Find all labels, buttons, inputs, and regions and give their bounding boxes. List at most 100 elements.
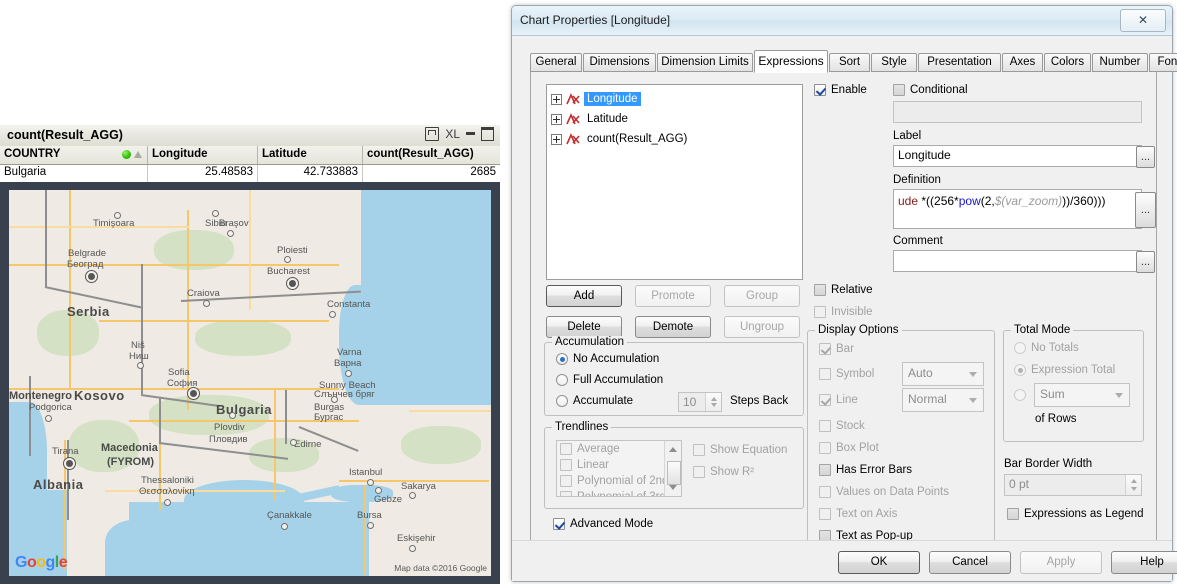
checkbox-advanced-mode[interactable]: Advanced Mode xyxy=(553,518,653,530)
chart-object-panel: count(Result_AGG) XL COUNTRY Longitude L… xyxy=(0,125,500,584)
tab-number[interactable]: Number xyxy=(1092,53,1148,72)
radio-accumulate[interactable]: Accumulate xyxy=(556,395,633,407)
map-water-black-sea xyxy=(361,190,491,405)
object-caption-bar[interactable]: count(Result_AGG) XL xyxy=(0,125,500,147)
comment-browse-button[interactable]: ... xyxy=(1136,251,1155,273)
checkbox-stock: Stock xyxy=(819,420,865,432)
of-rows-label: of Rows xyxy=(1035,413,1077,425)
list-item: Average xyxy=(557,441,681,457)
checkbox-bar-label: Bar xyxy=(836,343,854,355)
demote-button[interactable]: Demote xyxy=(635,316,711,338)
radio-no-accumulation[interactable]: No Accumulation xyxy=(556,353,659,365)
map-road-minor xyxy=(249,190,251,310)
checkbox-conditional[interactable]: Conditional xyxy=(893,84,968,96)
map-city-marker-icon xyxy=(367,479,374,486)
expression-tree-item-label: Latitude xyxy=(587,113,628,125)
close-icon[interactable]: ✕ xyxy=(1120,9,1166,32)
expand-plus-icon[interactable] xyxy=(551,133,562,145)
tab-dimensions[interactable]: Dimensions xyxy=(583,53,656,72)
comment-input[interactable] xyxy=(893,250,1142,272)
map-city-marker-icon xyxy=(331,396,338,403)
expression-tree[interactable]: Longitude Latitude count(Result_AGG) xyxy=(546,84,803,280)
bar-border-width-stepper: 0 pt xyxy=(1004,474,1142,496)
tab-font[interactable]: Font xyxy=(1149,53,1177,72)
definition-token: ude xyxy=(898,194,919,208)
column-header-longitude[interactable]: Longitude xyxy=(147,146,257,164)
checkbox-relative[interactable]: Relative xyxy=(814,284,873,296)
checkbox-values-on-data-points: Values on Data Points xyxy=(819,486,949,498)
tab-general[interactable]: General xyxy=(530,53,582,72)
add-button[interactable]: Add xyxy=(546,285,622,307)
checkbox-enable[interactable]: Enable xyxy=(814,84,867,96)
tab-presentation[interactable]: Presentation xyxy=(918,53,1001,72)
help-button[interactable]: Help xyxy=(1111,551,1177,574)
chart-properties-dialog: Chart Properties [Longitude] ✕ General Di… xyxy=(511,5,1177,582)
definition-browse-button[interactable]: ... xyxy=(1135,192,1156,228)
conditional-input[interactable] xyxy=(893,101,1142,123)
checkbox-has-error-bars-label: Has Error Bars xyxy=(836,464,913,476)
minimize-icon[interactable] xyxy=(466,131,475,135)
definition-token: *((256* xyxy=(918,194,959,208)
checkbox-icon xyxy=(560,459,572,471)
ok-button[interactable]: OK xyxy=(838,551,920,574)
expression-tree-item[interactable]: count(Result_AGG) xyxy=(547,129,802,149)
column-header-count[interactable]: count(Result_AGG) xyxy=(362,146,500,164)
map-water-ionian xyxy=(105,520,175,576)
column-header-country-label: COUNTRY xyxy=(4,148,61,160)
map-city-label: Braşov xyxy=(219,218,249,229)
tab-axes[interactable]: Axes xyxy=(1002,53,1043,72)
steps-back-stepper[interactable]: 10 xyxy=(678,392,722,412)
google-map[interactable]: Serbia Bulgaria Albania Kosovo Macedonia (FYR… xyxy=(9,190,491,576)
checkbox-has-error-bars[interactable]: Has Error Bars xyxy=(819,464,912,476)
map-city-label: Bursa xyxy=(357,510,382,521)
radio-full-accumulation[interactable]: Full Accumulation xyxy=(556,374,663,386)
table-row[interactable]: Bulgaria 25.48583 42.733883 2685 xyxy=(0,165,500,183)
cancel-button[interactable]: Cancel xyxy=(929,551,1011,574)
label-input[interactable]: Longitude xyxy=(893,145,1142,167)
checkbox-expressions-as-legend-label: Expressions as Legend xyxy=(1024,508,1144,520)
ungroup-button: Ungroup xyxy=(724,316,800,338)
stepper-arrows[interactable] xyxy=(705,393,721,411)
symbol-combo[interactable]: Auto xyxy=(902,362,984,386)
map-city-marker-icon xyxy=(188,388,199,399)
accumulation-group: Accumulation No Accumulation Full Accumu… xyxy=(544,336,804,416)
checkbox-expressions-as-legend[interactable]: Expressions as Legend xyxy=(1007,508,1144,520)
tab-sort[interactable]: Sort xyxy=(829,53,870,72)
definition-input[interactable]: ude *((256*pow(2,$(var_zoom)))/360))) xyxy=(893,189,1142,229)
map-city-label: Слънчев бряг xyxy=(314,389,375,400)
apply-button: Apply xyxy=(1020,551,1102,574)
logo-letter: o xyxy=(36,554,46,571)
cell-country[interactable]: Bulgaria xyxy=(0,165,147,182)
tab-colors[interactable]: Colors xyxy=(1044,53,1091,72)
export-to-excel-icon[interactable]: XL xyxy=(445,127,460,141)
radio-full-accumulation-icon xyxy=(556,374,568,386)
tab-style[interactable]: Style xyxy=(871,53,917,72)
map-city-label: Eskişehir xyxy=(397,533,436,544)
cell-count: 2685 xyxy=(362,165,500,182)
map-city-marker-icon xyxy=(284,256,291,263)
map-city-marker-icon xyxy=(287,278,298,289)
column-header-country[interactable]: COUNTRY xyxy=(0,146,147,164)
line-combo[interactable]: Normal xyxy=(902,388,984,412)
scroll-down-icon xyxy=(669,485,677,490)
map-city-label: Craiova xyxy=(187,288,220,299)
map-container[interactable]: Serbia Bulgaria Albania Kosovo Macedonia (FYR… xyxy=(0,182,500,584)
label-browse-button[interactable]: ... xyxy=(1136,146,1155,168)
checkbox-show-r2-icon xyxy=(693,466,705,478)
list-item-label: Average xyxy=(577,443,620,455)
expression-tree-item[interactable]: Longitude xyxy=(547,89,802,109)
print-icon[interactable] xyxy=(425,127,440,141)
tab-expressions[interactable]: Expressions xyxy=(754,50,828,73)
checkbox-advanced-mode-label: Advanced Mode xyxy=(570,518,654,530)
map-city-marker-icon xyxy=(281,523,288,530)
expression-tree-item[interactable]: Latitude xyxy=(547,109,802,129)
display-options-group: Display Options Bar Symbol Auto Line Nor… xyxy=(807,324,995,554)
radio-no-accumulation-icon xyxy=(556,353,568,365)
delete-button[interactable]: Delete xyxy=(546,316,622,338)
column-header-latitude[interactable]: Latitude xyxy=(257,146,362,164)
dialog-title-bar[interactable]: Chart Properties [Longitude] ✕ xyxy=(512,6,1172,36)
expand-plus-icon[interactable] xyxy=(551,93,562,105)
tab-dimension-limits[interactable]: Dimension Limits xyxy=(657,53,753,72)
maximize-icon[interactable] xyxy=(481,127,494,141)
expand-plus-icon[interactable] xyxy=(551,113,562,125)
